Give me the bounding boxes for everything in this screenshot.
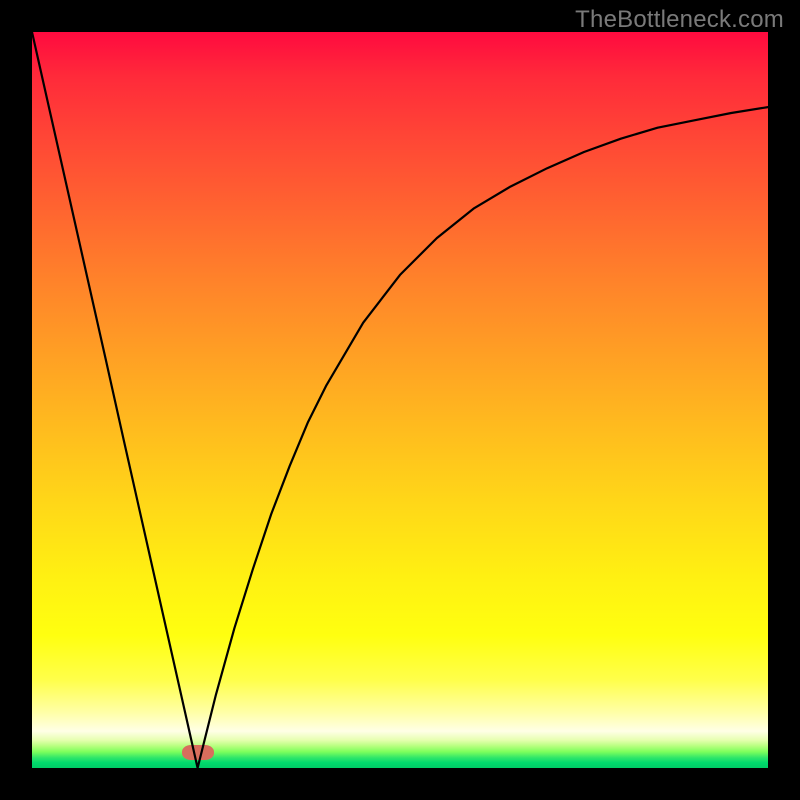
bottleneck-curve <box>32 32 768 768</box>
watermark-text: TheBottleneck.com <box>575 6 784 34</box>
chart-frame: TheBottleneck.com <box>0 0 800 800</box>
